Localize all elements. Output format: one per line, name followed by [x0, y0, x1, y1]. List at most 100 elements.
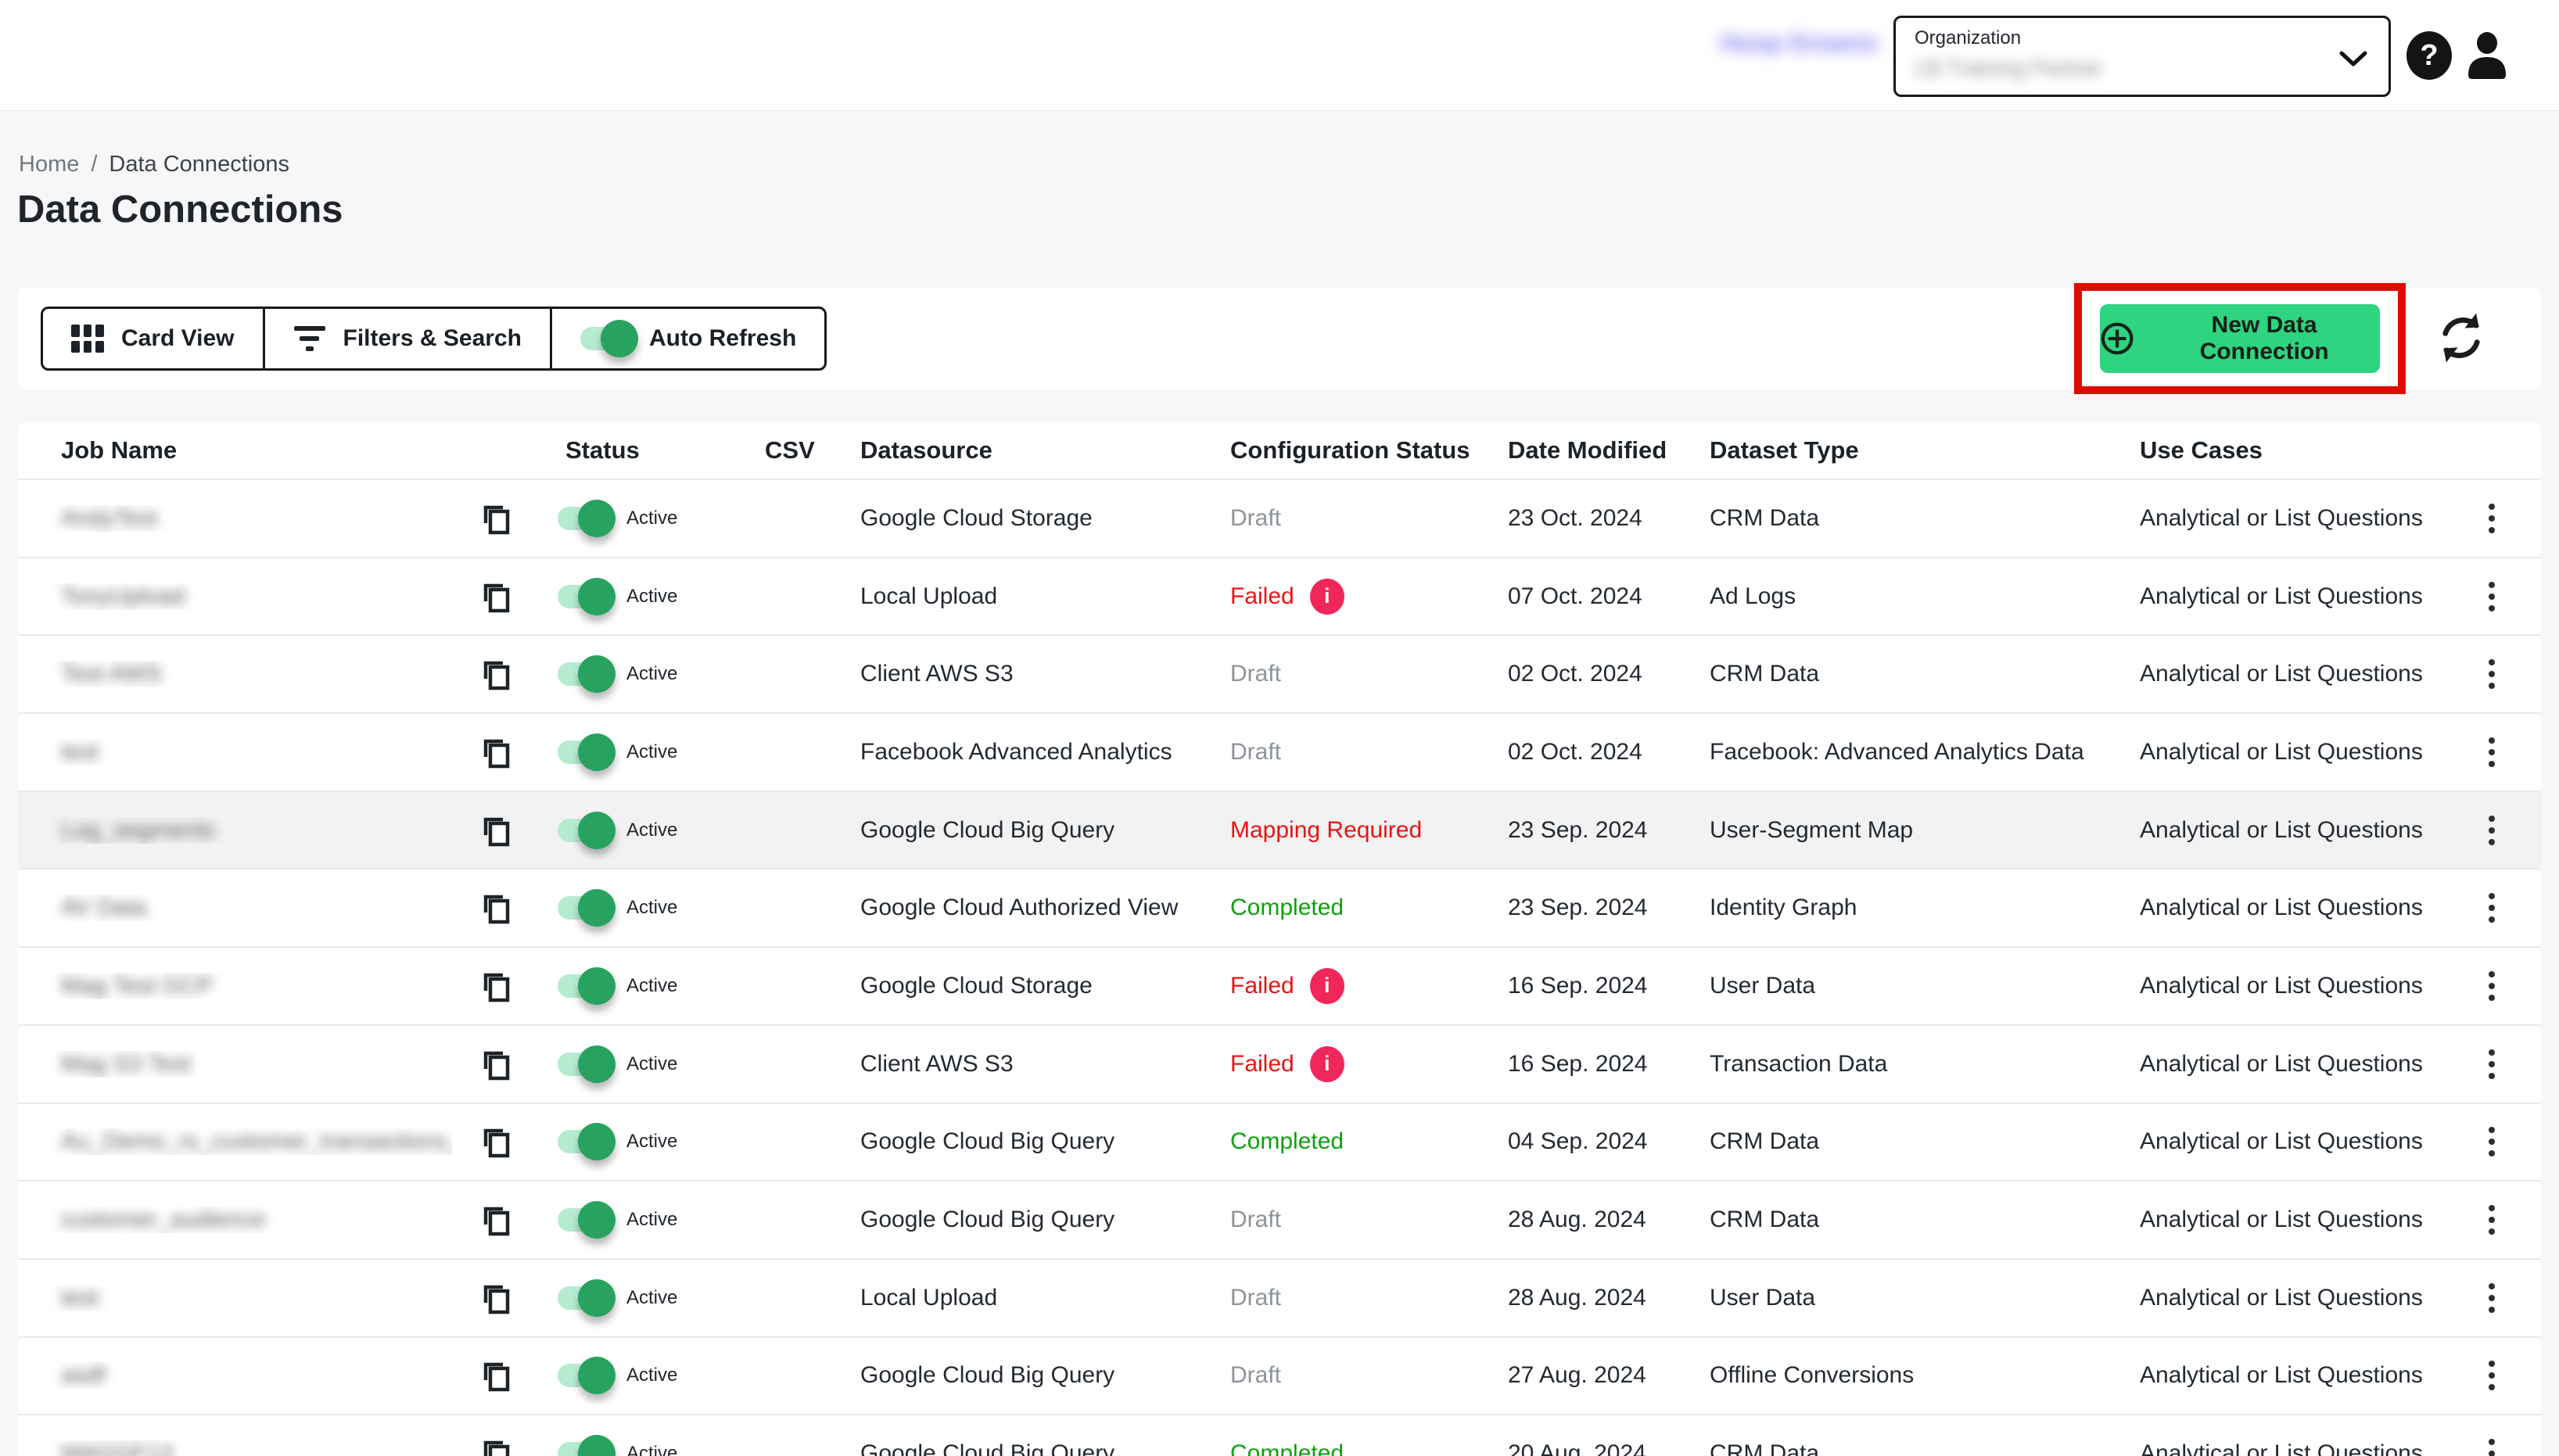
status-toggle[interactable] — [558, 1130, 609, 1153]
row-menu-button[interactable] — [2481, 963, 2503, 1009]
status-toggle[interactable] — [558, 1208, 609, 1232]
copy-job-button[interactable] — [478, 889, 512, 927]
copy-job-button[interactable] — [478, 733, 512, 771]
copy-job-button[interactable] — [478, 1201, 512, 1239]
use-cases-cell: Analytical or List Questions — [2114, 1362, 2442, 1389]
row-menu-button[interactable] — [2481, 496, 2503, 541]
config-status-text: Draft — [1230, 739, 1281, 766]
config-status-cell: Completed — [1203, 895, 1480, 921]
failed-info-icon[interactable]: i — [1310, 579, 1344, 615]
row-menu-button[interactable] — [2481, 1353, 2503, 1398]
job-name[interactable]: asdf — [61, 1362, 106, 1388]
copy-job-button[interactable] — [478, 1123, 512, 1160]
dataset-type-cell: User Data — [1684, 1285, 2114, 1311]
dataset-type-cell: Identity Graph — [1684, 895, 2114, 921]
job-name[interactable]: TonyUpload — [61, 583, 185, 609]
new-data-connection-button[interactable]: New Data Connection — [2100, 304, 2380, 373]
status-cell: Active — [538, 974, 749, 998]
breadcrumb-home-link[interactable]: Home — [19, 152, 79, 177]
config-status-cell: Draft — [1203, 739, 1480, 766]
table-row: Log_segments Active Google Cloud Big Que… — [18, 791, 2541, 869]
failed-info-icon[interactable]: i — [1310, 968, 1344, 1004]
job-name[interactable]: Test AWS — [61, 661, 162, 687]
job-name[interactable]: Mag S3 Test — [61, 1051, 191, 1077]
copy-job-button[interactable] — [478, 578, 512, 615]
config-status-text: Completed — [1230, 895, 1344, 921]
datasource-cell: Google Cloud Storage — [835, 505, 1203, 532]
card-view-button[interactable]: Card View — [43, 309, 263, 368]
status-toggle[interactable] — [558, 585, 609, 608]
status-cell: Active — [538, 819, 749, 842]
copy-job-button[interactable] — [478, 500, 512, 537]
copy-cell — [452, 655, 538, 693]
status-toggle[interactable] — [558, 507, 609, 530]
status-toggle[interactable] — [558, 741, 609, 764]
status-toggle[interactable] — [558, 896, 609, 920]
job-name[interactable]: MAGGF13 — [61, 1440, 173, 1456]
menu-cell — [2442, 885, 2541, 931]
copy-job-button[interactable] — [478, 655, 512, 693]
row-menu-button[interactable] — [2481, 1275, 2503, 1321]
status-cell: Active — [538, 662, 749, 686]
status-toggle[interactable] — [558, 662, 609, 686]
status-cell: Active — [538, 896, 749, 920]
job-name[interactable]: AndyTest — [61, 505, 157, 531]
row-menu-button[interactable] — [2481, 1119, 2503, 1164]
copy-job-button[interactable] — [478, 1357, 512, 1394]
status-toggle[interactable] — [558, 819, 609, 842]
status-toggle[interactable] — [558, 1364, 609, 1387]
status-toggle[interactable] — [558, 974, 609, 998]
datasource-cell: Google Cloud Storage — [835, 973, 1203, 999]
row-menu-button[interactable] — [2481, 1197, 2503, 1243]
status-label: Active — [626, 507, 677, 529]
status-toggle[interactable] — [558, 1053, 609, 1076]
job-name[interactable]: Mag Test GCP — [61, 973, 214, 999]
status-toggle[interactable] — [558, 1442, 609, 1456]
user-profile-icon[interactable] — [2464, 30, 2511, 80]
annotation-highlight-box: New Data Connection — [2074, 283, 2406, 394]
table-row: test Active Local Upload Draft 28 Aug. 2… — [18, 1258, 2541, 1336]
config-status-text: Draft — [1230, 505, 1281, 532]
filters-search-button[interactable]: Filters & Search — [263, 309, 550, 368]
help-button[interactable]: ? — [2406, 31, 2452, 80]
job-name[interactable]: test — [61, 1285, 99, 1311]
job-name[interactable]: customer_audience — [61, 1207, 266, 1232]
table-body: AndyTest Active Google Cloud Storage Dra… — [18, 479, 2541, 1456]
dataset-type-cell: CRM Data — [1684, 1207, 2114, 1233]
organization-selector[interactable]: Organization LB Training Partner — [1893, 16, 2391, 97]
table-row: Mag Test GCP Active Google Cloud Storage… — [18, 946, 2541, 1024]
auto-refresh-toggle[interactable] — [580, 327, 632, 350]
table-row: asdf Active Google Cloud Big Query Draft… — [18, 1336, 2541, 1415]
row-menu-button[interactable] — [2481, 651, 2503, 697]
job-name[interactable]: Au_Demo_rs_customer_transactions_2 — [61, 1128, 452, 1154]
status-toggle[interactable] — [558, 1286, 609, 1310]
config-status-cell: Draft — [1203, 1207, 1480, 1233]
status-cell: Active — [538, 1286, 749, 1310]
use-cases-cell: Analytical or List Questions — [2114, 661, 2442, 687]
menu-cell — [2442, 1119, 2541, 1164]
job-name[interactable]: AV Data — [61, 895, 147, 920]
copy-job-button[interactable] — [478, 1045, 512, 1083]
table-row: customer_audience Active Google Cloud Bi… — [18, 1180, 2541, 1258]
filters-search-label: Filters & Search — [343, 325, 522, 352]
copy-job-button[interactable] — [478, 812, 512, 849]
copy-job-button[interactable] — [478, 967, 512, 1005]
copy-cell — [452, 1279, 538, 1317]
row-menu-button[interactable] — [2481, 1431, 2503, 1456]
row-menu-button[interactable] — [2481, 1042, 2503, 1087]
config-status-text: Mapping Required — [1230, 817, 1422, 844]
refresh-button[interactable] — [2432, 308, 2491, 369]
row-menu-button[interactable] — [2481, 808, 2503, 853]
copy-job-button[interactable] — [478, 1435, 512, 1456]
copy-job-button[interactable] — [478, 1279, 512, 1317]
job-name-cell: customer_audience — [18, 1207, 452, 1233]
row-menu-button[interactable] — [2481, 885, 2503, 931]
row-menu-button[interactable] — [2481, 730, 2503, 775]
menu-cell — [2442, 1197, 2541, 1243]
failed-info-icon[interactable]: i — [1310, 1046, 1344, 1082]
job-name[interactable]: test — [61, 739, 99, 765]
status-cell: Active — [538, 585, 749, 608]
dataset-type-cell: Facebook: Advanced Analytics Data — [1684, 739, 2114, 766]
row-menu-button[interactable] — [2481, 574, 2503, 619]
job-name[interactable]: Log_segments — [61, 817, 215, 843]
